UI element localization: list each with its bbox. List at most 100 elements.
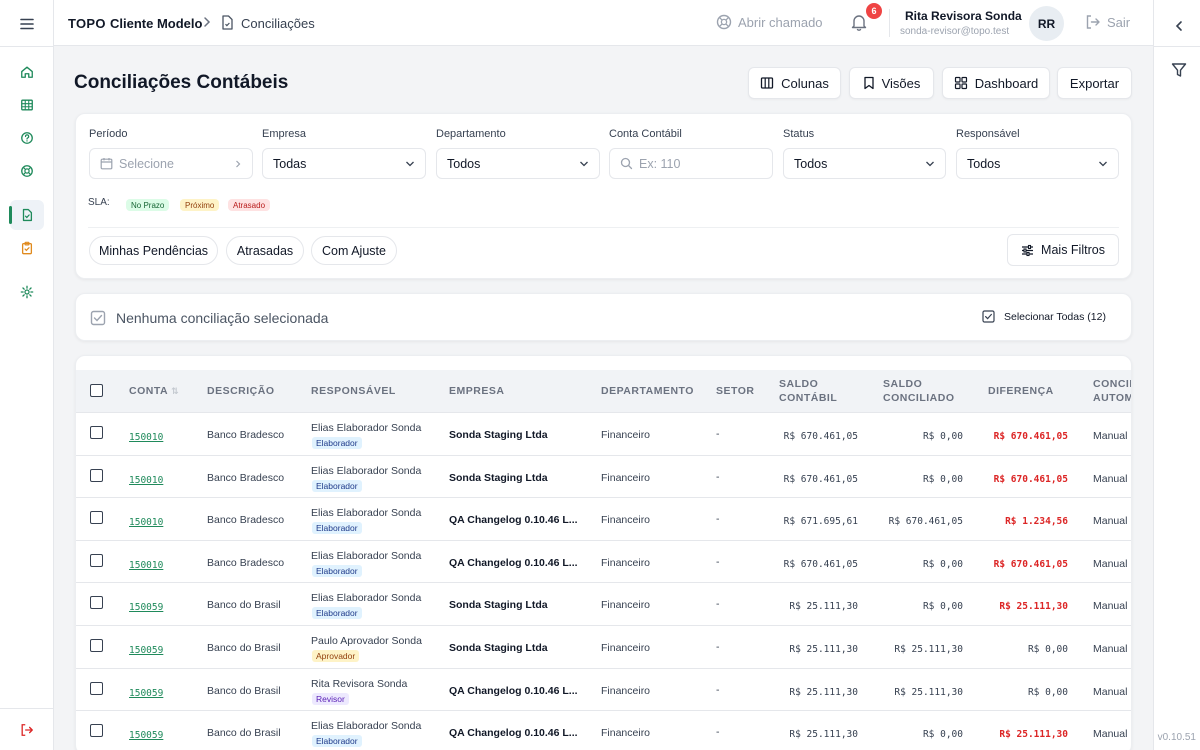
clipboard-icon[interactable] bbox=[10, 233, 44, 263]
filter-icon[interactable] bbox=[1169, 60, 1189, 80]
row-owner: Elias Elaborador Sonda bbox=[311, 422, 422, 434]
department-select[interactable]: Todos bbox=[436, 148, 600, 179]
row-sector: - bbox=[716, 555, 720, 568]
logout-icon[interactable] bbox=[10, 715, 44, 745]
select-all-button[interactable]: Selecionar Todas (12) bbox=[982, 310, 1106, 323]
row-difference: R$ 25.111,30 bbox=[999, 729, 1068, 741]
row-department: Financeiro bbox=[601, 642, 651, 654]
row-checkbox[interactable] bbox=[90, 596, 103, 610]
columns-button[interactable]: Colunas bbox=[748, 67, 841, 99]
account-link[interactable]: 150010 bbox=[129, 517, 163, 528]
chevron-down-icon bbox=[405, 160, 415, 168]
status-select[interactable]: Todos bbox=[783, 148, 946, 179]
notification-badge: 6 bbox=[866, 3, 882, 19]
row-checkbox[interactable] bbox=[90, 681, 103, 695]
account-link[interactable]: 150010 bbox=[129, 560, 163, 571]
account-link[interactable]: 150059 bbox=[129, 688, 163, 699]
row-difference: R$ 670.461,05 bbox=[993, 558, 1068, 570]
table-row[interactable]: 150010 Banco Bradesco Elias Elaborador Son… bbox=[76, 497, 1131, 539]
table-row[interactable]: 150059 Banco do Brasil Elias Elaborador So… bbox=[76, 582, 1131, 624]
logout-label: Sair bbox=[1107, 14, 1131, 30]
row-book-balance: R$ 25.111,30 bbox=[789, 729, 858, 741]
bell-icon[interactable] bbox=[851, 13, 867, 31]
column-account[interactable]: CONTA ⇅ bbox=[129, 384, 179, 398]
role-badge: Elaborador bbox=[312, 479, 362, 492]
row-checkbox[interactable] bbox=[90, 553, 103, 567]
views-button[interactable]: Visões bbox=[849, 67, 934, 99]
row-book-balance: R$ 25.111,30 bbox=[789, 686, 858, 698]
table-row[interactable]: 150010 Banco Bradesco Elias Elaborador Son… bbox=[76, 412, 1131, 454]
table-row[interactable]: 150059 Banco do Brasil Paulo Aprovador Son… bbox=[76, 625, 1131, 667]
avatar[interactable]: RR bbox=[1029, 6, 1064, 41]
table-row[interactable]: 150010 Banco Bradesco Elias Elaborador Son… bbox=[76, 454, 1131, 497]
row-description: Banco Bradesco bbox=[207, 471, 285, 484]
row-sector: - bbox=[716, 598, 720, 611]
role-badge: Elaborador bbox=[312, 735, 362, 748]
row-difference: R$ 1.234,56 bbox=[1005, 516, 1068, 528]
chevron-right-icon bbox=[202, 15, 212, 29]
app-version: v0.10.51 bbox=[1157, 732, 1196, 743]
chevron-left-icon[interactable] bbox=[1169, 16, 1189, 36]
account-placeholder: Ex: 110 bbox=[639, 156, 681, 171]
select-all-checkbox[interactable] bbox=[90, 384, 103, 397]
logout-button[interactable]: Sair bbox=[1085, 14, 1130, 30]
account-link[interactable]: 150010 bbox=[129, 475, 163, 486]
row-book-balance: R$ 670.461,05 bbox=[783, 473, 858, 485]
row-difference: R$ 25.111,30 bbox=[999, 601, 1068, 613]
row-company: Sonda Staging Ltda bbox=[449, 471, 548, 484]
row-description: Banco Bradesco bbox=[207, 556, 285, 569]
row-department: Financeiro bbox=[601, 727, 651, 740]
row-difference: R$ 0,00 bbox=[1027, 644, 1068, 655]
settings-icon[interactable] bbox=[10, 277, 44, 307]
help-icon[interactable] bbox=[10, 123, 44, 153]
menu-icon[interactable] bbox=[17, 14, 37, 34]
row-recon-mode: Manual bbox=[1093, 472, 1128, 485]
sla-near-badge: Próximo bbox=[180, 199, 220, 211]
account-search-input[interactable]: Ex: 110 bbox=[609, 148, 773, 179]
row-checkbox[interactable] bbox=[90, 426, 103, 439]
row-owner: Elias Elaborador Sonda bbox=[311, 720, 422, 733]
row-recon-mode: Manual bbox=[1093, 515, 1128, 528]
column-reconciled-balance-line2: CONCILIADO bbox=[883, 392, 955, 404]
company-select[interactable]: Todas bbox=[262, 148, 426, 179]
account-link[interactable]: 150059 bbox=[129, 602, 163, 613]
account-link[interactable]: 150059 bbox=[129, 645, 163, 656]
row-checkbox[interactable] bbox=[90, 724, 103, 738]
open-ticket-button[interactable]: Abrir chamado bbox=[716, 14, 823, 30]
row-company: QA Changelog 0.10.46 L... bbox=[449, 727, 578, 740]
with-adjustment-chip[interactable]: Com Ajuste bbox=[311, 236, 397, 265]
row-description: Banco Bradesco bbox=[207, 514, 285, 527]
row-checkbox[interactable] bbox=[90, 511, 103, 525]
table-icon[interactable] bbox=[10, 90, 44, 120]
row-department: Financeiro bbox=[601, 684, 651, 697]
row-owner: Elias Elaborador Sonda bbox=[311, 464, 422, 477]
row-book-balance: R$ 670.461,05 bbox=[783, 431, 858, 442]
account-link[interactable]: 150059 bbox=[129, 730, 163, 741]
row-recon-mode: Manual bbox=[1093, 557, 1128, 570]
account-link[interactable]: 150010 bbox=[129, 432, 163, 443]
row-book-balance: R$ 670.461,05 bbox=[783, 558, 858, 570]
table-row[interactable]: 150059 Banco do Brasil Elias Elaborador So… bbox=[76, 710, 1131, 750]
column-book-balance-line1: SALDO bbox=[779, 378, 819, 390]
chevron-down-icon bbox=[579, 160, 589, 168]
row-department: Financeiro bbox=[601, 599, 651, 612]
breadcrumb-client[interactable]: Cliente Modelo bbox=[110, 16, 202, 31]
export-button[interactable]: Exportar bbox=[1057, 67, 1132, 99]
period-picker[interactable]: Selecione bbox=[89, 148, 253, 179]
row-checkbox[interactable] bbox=[90, 468, 103, 482]
row-checkbox[interactable] bbox=[90, 639, 103, 652]
my-pending-chip[interactable]: Minhas Pendências bbox=[89, 236, 218, 265]
department-label: Departamento bbox=[436, 128, 506, 140]
period-label: Período bbox=[89, 128, 128, 140]
table-row[interactable]: 150010 Banco Bradesco Elias Elaborador Son… bbox=[76, 539, 1131, 582]
late-chip[interactable]: Atrasadas bbox=[226, 236, 304, 265]
table-row[interactable]: 150059 Banco do Brasil Rita Revisora Sonda… bbox=[76, 667, 1131, 710]
chevron-down-icon bbox=[925, 160, 935, 168]
support-icon[interactable] bbox=[10, 156, 44, 186]
dashboard-button[interactable]: Dashboard bbox=[942, 67, 1050, 99]
home-icon[interactable] bbox=[10, 57, 44, 87]
reconciliation-icon[interactable] bbox=[9, 200, 44, 230]
owner-select[interactable]: Todos bbox=[956, 148, 1119, 179]
more-filters-button[interactable]: Mais Filtros bbox=[1007, 234, 1119, 266]
row-company: Sonda Staging Ltda bbox=[449, 429, 548, 441]
